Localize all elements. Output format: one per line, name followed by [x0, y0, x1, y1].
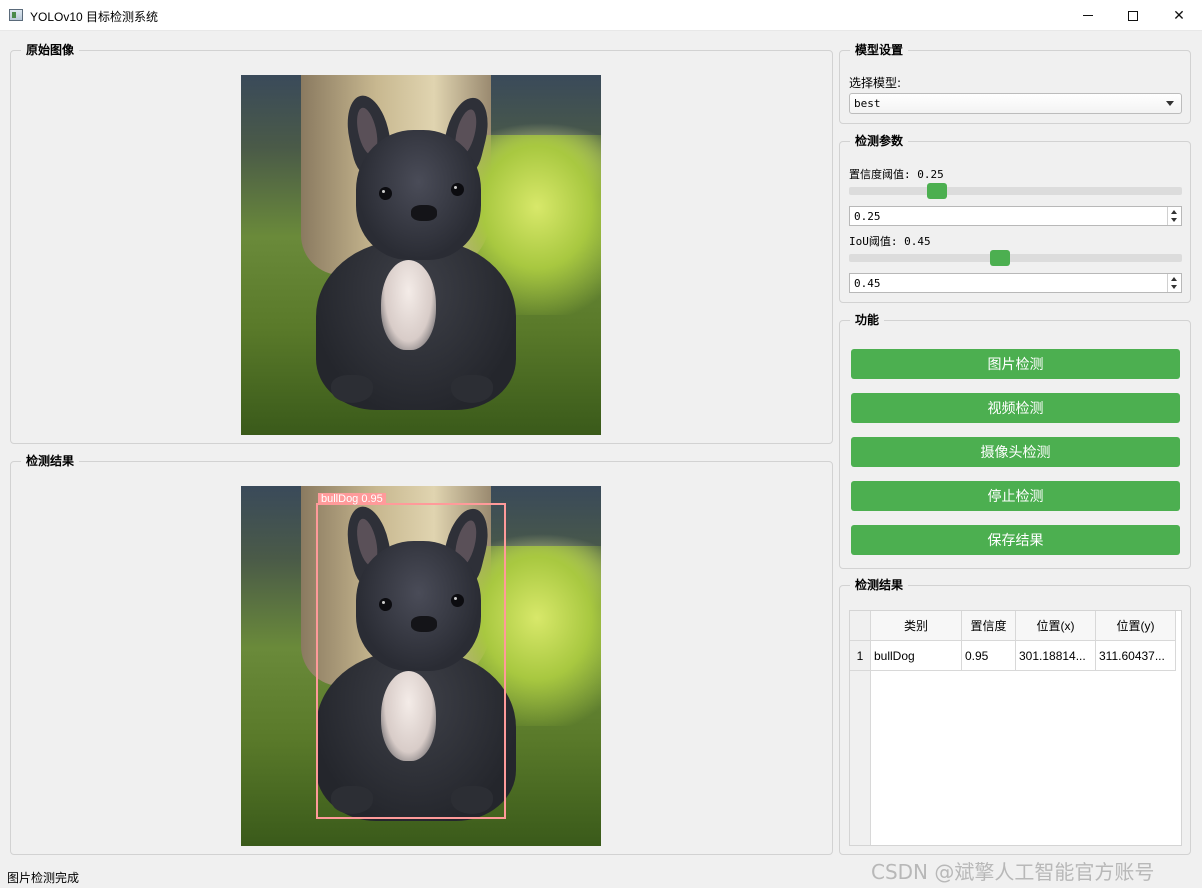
detection-bounding-box: bullDog 0.95 [316, 493, 506, 819]
iou-slider-handle[interactable] [990, 250, 1010, 266]
confidence-slider-handle[interactable] [927, 183, 947, 199]
iou-slider[interactable] [849, 250, 1182, 266]
app-window-icon [9, 9, 23, 21]
close-button[interactable]: ✕ [1156, 0, 1202, 31]
table-cell-x[interactable]: 301.18814... [1016, 641, 1096, 671]
minimize-button[interactable] [1065, 0, 1111, 31]
result-image: bullDog 0.95 [241, 486, 601, 846]
spin-up-icon[interactable] [1171, 277, 1177, 281]
maximize-icon [1128, 10, 1138, 21]
title-bar: YOLOv10 目标检测系统 ✕ [0, 0, 1202, 31]
spin-up-icon[interactable] [1171, 210, 1177, 214]
camera-detect-button[interactable]: 摄像头检测 [851, 437, 1180, 467]
video-detect-button[interactable]: 视频检测 [851, 393, 1180, 423]
original-image [241, 75, 601, 435]
iou-value: 0.45 [854, 277, 881, 290]
table-cell-y[interactable]: 311.60437... [1096, 641, 1176, 671]
spin-down-icon[interactable] [1171, 218, 1177, 222]
save-result-button[interactable]: 保存结果 [851, 525, 1180, 555]
confidence-value: 0.25 [854, 210, 881, 223]
original-image-title: 原始图像 [21, 42, 80, 58]
row-header[interactable]: 1 [850, 641, 871, 671]
stop-detect-button[interactable]: 停止检测 [851, 481, 1180, 511]
confidence-slider[interactable] [849, 183, 1182, 199]
table-cell-confidence[interactable]: 0.95 [962, 641, 1016, 671]
result-image-title: 检测结果 [21, 453, 80, 469]
table-cell-class[interactable]: bullDog [871, 641, 962, 671]
confidence-label: 置信度阈值: 0.25 [849, 168, 944, 181]
status-bar-text: 图片检测完成 [7, 871, 80, 885]
column-header-confidence[interactable]: 置信度 [962, 611, 1016, 641]
confidence-spinbox[interactable]: 0.25 [849, 206, 1182, 226]
maximize-button[interactable] [1110, 0, 1156, 31]
model-select-value: best [854, 97, 881, 110]
chevron-down-icon [1166, 101, 1174, 106]
column-header-y[interactable]: 位置(y) [1096, 611, 1176, 641]
detect-params-title: 检测参数 [850, 133, 909, 149]
original-image-group: 原始图像 [10, 42, 833, 444]
functions-title: 功能 [850, 312, 885, 328]
model-select[interactable]: best [849, 93, 1182, 114]
model-select-label: 选择模型: [849, 76, 902, 90]
image-detect-button[interactable]: 图片检测 [851, 349, 1180, 379]
model-settings-title: 模型设置 [850, 42, 909, 58]
result-image-group: 检测结果 bullDog 0.95 [10, 453, 833, 855]
iou-label: IoU阈值: 0.45 [849, 235, 931, 248]
minimize-icon [1083, 15, 1093, 16]
detection-label: bullDog 0.95 [318, 493, 386, 505]
close-icon: ✕ [1173, 7, 1185, 24]
column-header-class[interactable]: 类别 [871, 611, 962, 641]
results-table-title: 检测结果 [850, 577, 909, 593]
iou-spin-buttons[interactable] [1167, 274, 1181, 292]
table-corner-button[interactable] [850, 611, 871, 641]
results-table[interactable]: 类别 置信度 位置(x) 位置(y) 1 bullDog 0.95 301.18… [849, 610, 1182, 846]
confidence-spin-buttons[interactable] [1167, 207, 1181, 225]
watermark: CSDN @斌擎人工智能官方账号 [871, 860, 1155, 884]
column-header-x[interactable]: 位置(x) [1016, 611, 1096, 641]
window-title: YOLOv10 目标检测系统 [30, 10, 159, 24]
iou-spinbox[interactable]: 0.45 [849, 273, 1182, 293]
spin-down-icon[interactable] [1171, 285, 1177, 289]
